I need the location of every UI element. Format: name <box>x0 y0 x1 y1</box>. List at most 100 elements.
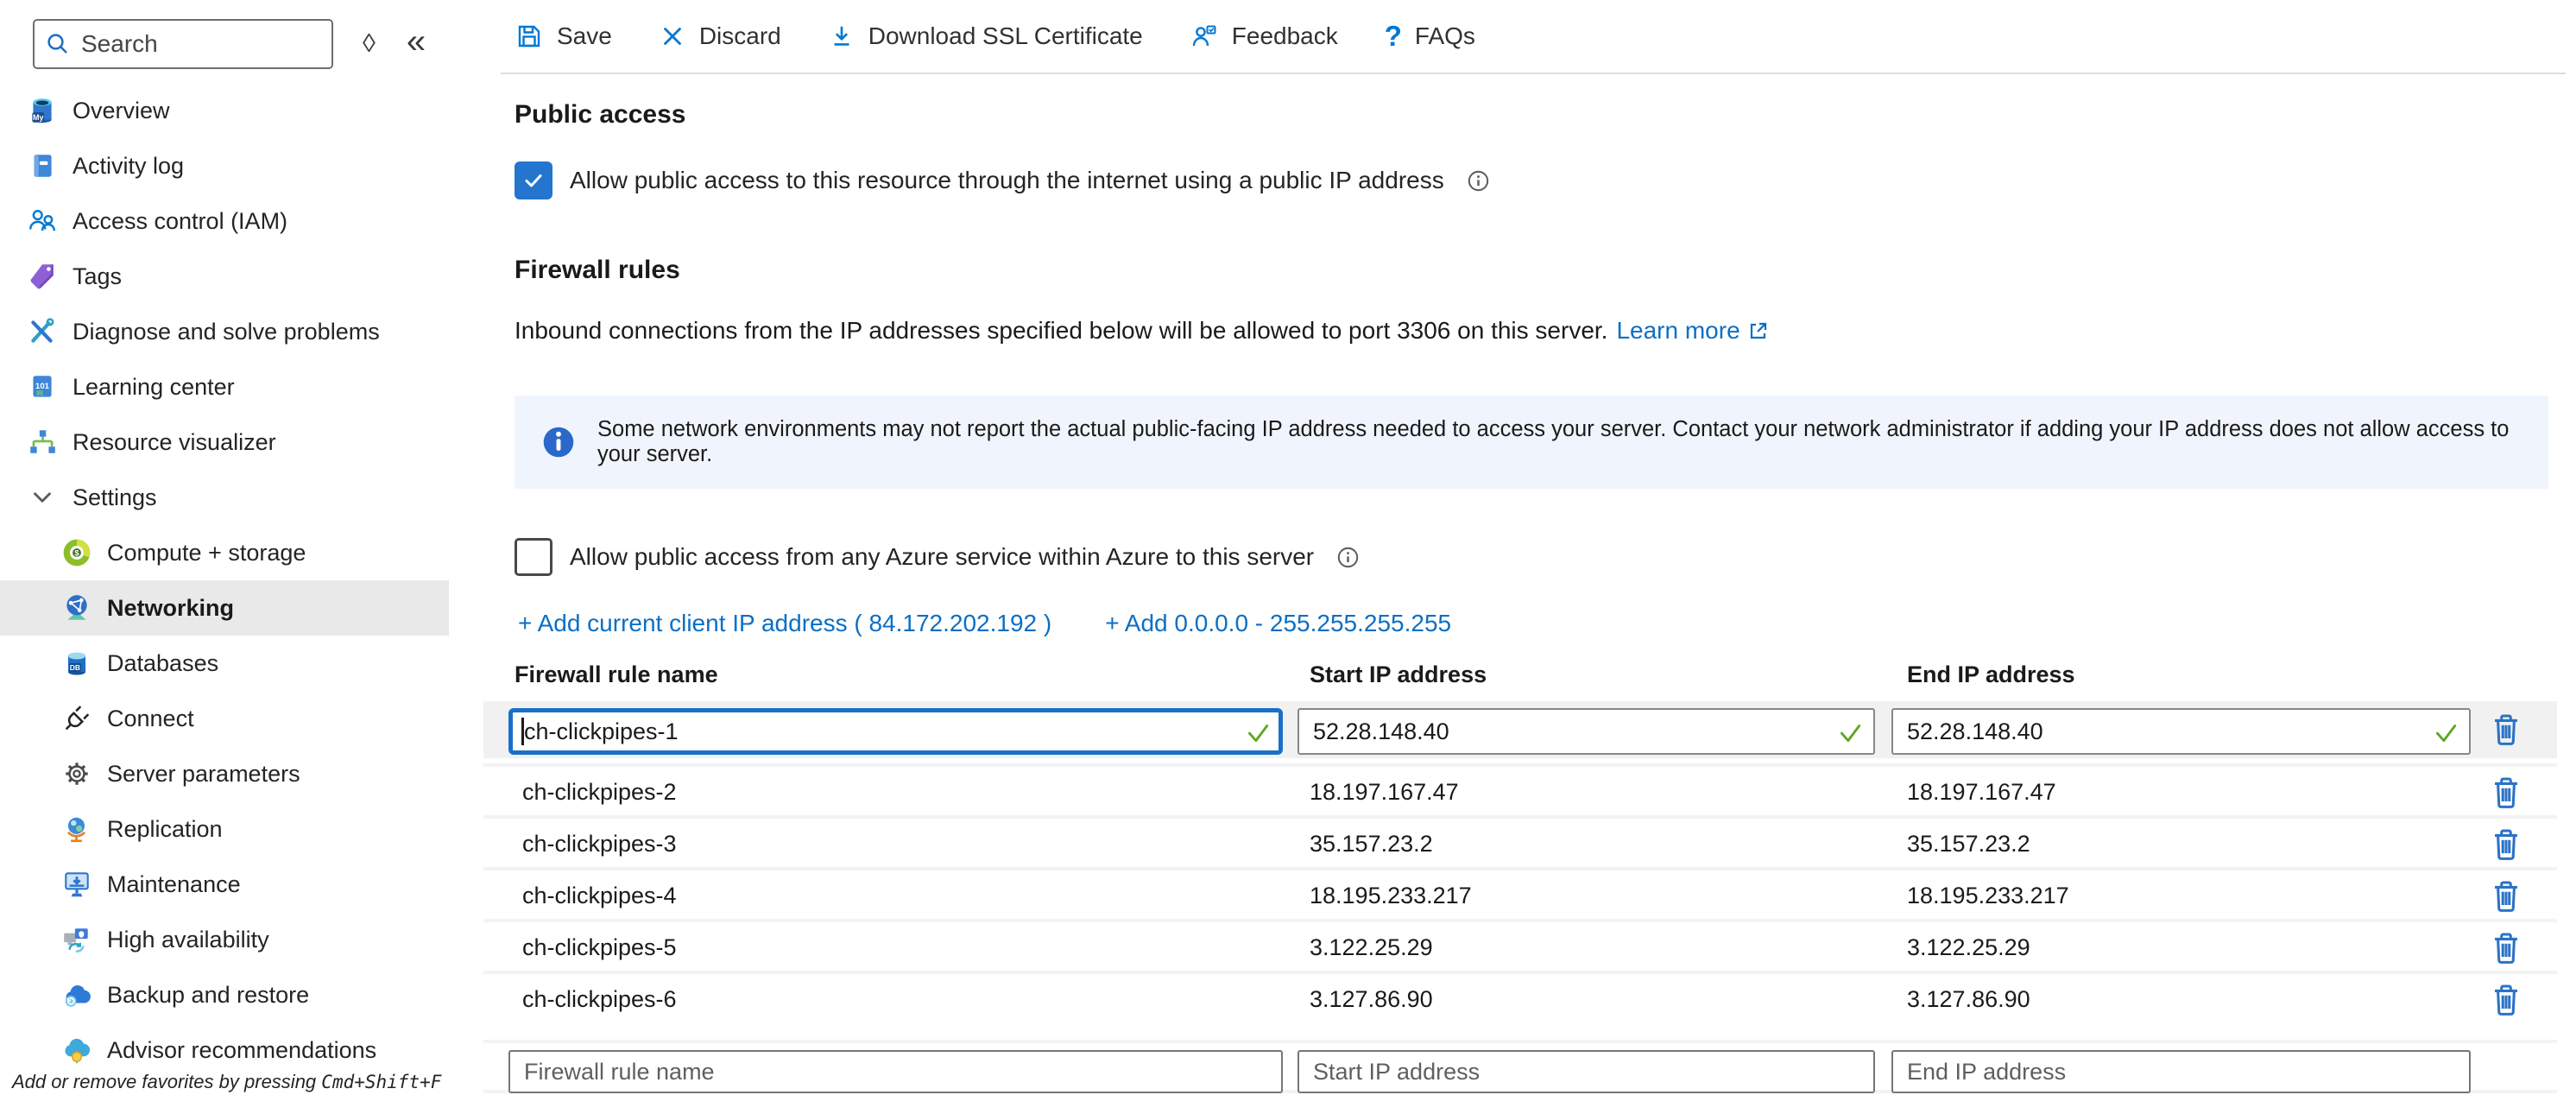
end-ip-cell <box>1891 708 2471 755</box>
external-link-icon <box>1747 320 1770 342</box>
chevron-down-icon <box>26 481 59 514</box>
compute-storage-icon: $ <box>60 536 93 569</box>
sidebar-item-resource-visualizer[interactable]: Resource visualizer <box>0 415 483 470</box>
table-row: ch-clickpipes-6 3.127.86.90 3.127.86.90 <box>483 971 2557 1022</box>
sidebar-item-compute-storage[interactable]: $ Compute + storage <box>0 525 483 580</box>
networking-pane: Save Discard Download SSL Certificate Fe… <box>483 0 2576 1095</box>
search-icon <box>45 31 71 57</box>
info-icon[interactable] <box>1467 169 1490 193</box>
table-row: ch-clickpipes-2 18.197.167.47 18.197.167… <box>483 763 2557 815</box>
new-start-ip-input[interactable] <box>1297 1050 1875 1093</box>
sidebar-item-settings-group[interactable]: Settings <box>0 470 483 525</box>
advisor-recommendations-icon <box>60 1034 93 1067</box>
save-button[interactable]: Save <box>515 22 612 51</box>
sidebar-item-label: Access control (IAM) <box>73 208 287 235</box>
sidebar-item-connect[interactable]: Connect <box>0 691 483 746</box>
sidebar-nav: My Overview Activity log Access control … <box>0 83 483 1078</box>
delete-rule-button[interactable] <box>2489 877 2523 916</box>
sidebar-item-label: Diagnose and solve problems <box>73 319 380 345</box>
svg-text:$: $ <box>74 549 79 559</box>
command-bar: Save Discard Download SSL Certificate Fe… <box>501 0 2566 74</box>
end-ip: 3.122.25.29 <box>1907 934 2030 961</box>
sidebar-item-label: Compute + storage <box>107 540 306 566</box>
server-parameters-gear-icon <box>60 757 93 790</box>
table-row: ch-clickpipes-4 18.195.233.217 18.195.23… <box>483 867 2557 919</box>
add-all-ips-link[interactable]: + Add 0.0.0.0 - 255.255.255.255 <box>1105 610 1451 637</box>
public-access-checkbox-row: Allow public access to this resource thr… <box>515 161 1490 199</box>
activity-log-icon <box>26 149 59 182</box>
svg-text:101: 101 <box>35 382 50 391</box>
sidebar-item-diagnose[interactable]: Diagnose and solve problems <box>0 304 483 359</box>
discard-x-icon <box>659 22 686 50</box>
new-rule-name-cell <box>508 1050 1283 1093</box>
sidebar-item-label: Replication <box>107 816 223 843</box>
sidebar-item-backup-restore[interactable]: Backup and restore <box>0 967 483 1022</box>
new-end-ip-input[interactable] <box>1891 1050 2471 1093</box>
sidebar-item-tags[interactable]: Tags <box>0 249 483 304</box>
sidebar-item-activity-log[interactable]: Activity log <box>0 138 483 193</box>
download-ssl-button[interactable]: Download SSL Certificate <box>828 22 1143 50</box>
faqs-button[interactable]: ? FAQs <box>1385 20 1475 53</box>
start-ip: 18.195.233.217 <box>1310 883 1472 909</box>
azure-services-checkbox-row: Allow public access from any Azure servi… <box>515 538 1360 576</box>
delete-rule-button[interactable] <box>2489 825 2523 864</box>
feedback-icon <box>1190 22 1219 51</box>
column-end-ip: End IP address <box>1907 661 2075 688</box>
sidebar-item-label: Overview <box>73 98 170 124</box>
sidebar-item-server-parameters[interactable]: Server parameters <box>0 746 483 801</box>
sidebar-item-high-availability[interactable]: High availability <box>0 912 483 967</box>
sidebar-item-overview[interactable]: My Overview <box>0 83 483 138</box>
resize-handle-icon[interactable]: ◊ <box>363 31 376 57</box>
rule-name: ch-clickpipes-5 <box>522 934 677 961</box>
backup-restore-icon <box>60 978 93 1011</box>
sidebar-item-label: Networking <box>107 595 234 622</box>
column-firewall-rule-name: Firewall rule name <box>515 661 718 688</box>
start-ip: 3.127.86.90 <box>1310 986 1433 1013</box>
delete-rule-button[interactable] <box>2489 980 2523 1020</box>
info-banner-text: Some network environments may not report… <box>597 417 2522 467</box>
learn-more-label: Learn more <box>1616 317 1739 345</box>
sidebar-item-databases[interactable]: DB Databases <box>0 636 483 691</box>
sidebar-item-learning-center[interactable]: 101 Learning center <box>0 359 483 415</box>
sidebar-item-advisor-recommendations[interactable]: Advisor recommendations <box>0 1022 483 1078</box>
start-ip: 18.197.167.47 <box>1310 779 1459 806</box>
discard-button[interactable]: Discard <box>659 22 781 50</box>
azure-services-checkbox[interactable] <box>515 538 552 576</box>
table-row: ch-clickpipes-3 35.157.23.2 35.157.23.2 <box>483 815 2557 867</box>
search-input[interactable] <box>81 30 321 58</box>
new-end-ip-cell <box>1891 1050 2471 1093</box>
learning-center-icon: 101 <box>26 370 59 403</box>
sidebar-search-row: ◊ « <box>33 19 426 69</box>
feedback-button[interactable]: Feedback <box>1190 22 1338 51</box>
rule-name: ch-clickpipes-3 <box>522 831 677 858</box>
high-availability-icon <box>60 923 93 956</box>
collapse-sidebar-icon[interactable]: « <box>407 24 426 59</box>
connect-plug-icon <box>60 702 93 735</box>
end-ip: 3.127.86.90 <box>1907 986 2030 1013</box>
text-caret <box>521 718 524 745</box>
add-client-ip-link[interactable]: + Add current client IP address ( 84.172… <box>518 610 1051 637</box>
rule-name: ch-clickpipes-6 <box>522 986 677 1013</box>
sidebar-item-access-control[interactable]: Access control (IAM) <box>0 193 483 249</box>
rule-name-input[interactable] <box>508 708 1283 755</box>
learn-more-link[interactable]: Learn more <box>1616 317 1769 345</box>
delete-rule-button[interactable] <box>2489 928 2523 968</box>
mysql-server-icon: My <box>26 94 59 127</box>
end-ip-input[interactable] <box>1891 708 2471 755</box>
public-access-checkbox[interactable] <box>515 161 552 199</box>
save-label: Save <box>557 22 612 50</box>
delete-rule-button[interactable] <box>2489 773 2523 813</box>
sidebar-item-maintenance[interactable]: Maintenance <box>0 857 483 912</box>
new-rule-name-input[interactable] <box>508 1050 1283 1093</box>
start-ip-input[interactable] <box>1297 708 1875 755</box>
sidebar-item-replication[interactable]: Replication <box>0 801 483 857</box>
end-ip: 18.195.233.217 <box>1907 883 2069 909</box>
info-icon[interactable] <box>1336 546 1360 569</box>
start-ip: 35.157.23.2 <box>1310 831 1433 858</box>
firewall-rule-edit-row <box>483 701 2557 758</box>
sidebar-item-networking[interactable]: Networking <box>0 580 449 636</box>
search-box[interactable] <box>33 19 333 69</box>
delete-rule-button[interactable] <box>2489 710 2523 750</box>
databases-icon: DB <box>60 647 93 680</box>
firewall-rules-list: ch-clickpipes-2 18.197.167.47 18.197.167… <box>483 763 2557 1022</box>
